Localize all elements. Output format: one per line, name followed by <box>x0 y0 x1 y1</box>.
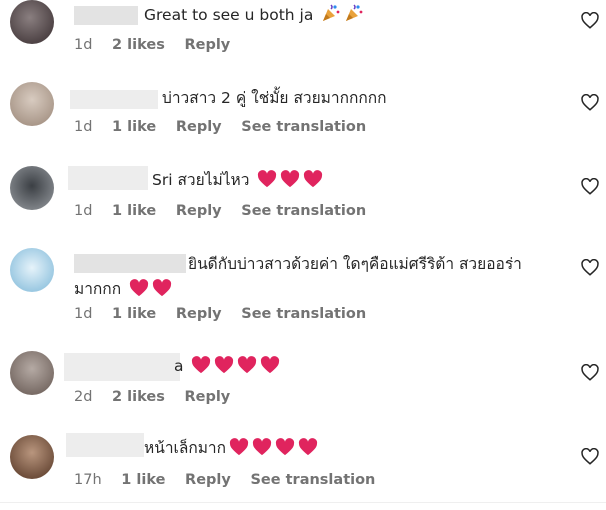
see-translation-link[interactable]: See translation <box>241 203 366 219</box>
reply-button[interactable]: Reply <box>185 472 231 488</box>
likes-count[interactable]: 2 likes <box>112 37 165 53</box>
red-heart-icon <box>129 279 149 305</box>
comment: Sri สวยไม่ไหว 1d 1 like Reply See transl… <box>0 166 606 242</box>
username-redacted <box>64 353 180 381</box>
comment-text-body: Great to see u both ja <box>144 6 314 24</box>
likes-count[interactable]: 1 like <box>112 119 156 135</box>
red-heart-icon <box>229 438 249 464</box>
avatar[interactable] <box>10 0 54 44</box>
comment-text-body: หน้าเล็กมาก <box>144 439 227 457</box>
red-heart-icon <box>152 279 172 305</box>
likes-count[interactable]: 1 like <box>112 306 156 322</box>
likes-count[interactable]: 1 like <box>112 203 156 219</box>
divider <box>0 502 606 503</box>
red-heart-icon <box>275 438 295 464</box>
party-popper-icon <box>321 3 341 31</box>
comment-meta: 2d 2 likes Reply <box>74 389 245 405</box>
avatar[interactable] <box>10 435 54 479</box>
avatar[interactable] <box>10 166 54 210</box>
comment-text: บ่าวสาว 2 คู่ ใช่มั้ย สวยมากกกกก <box>162 86 387 111</box>
reply-button[interactable]: Reply <box>176 119 222 135</box>
comment-time: 1d <box>74 37 93 53</box>
reply-button[interactable]: Reply <box>184 37 230 53</box>
heart-outline-icon[interactable] <box>581 93 599 112</box>
red-heart-icon <box>257 170 277 196</box>
see-translation-link[interactable]: See translation <box>250 472 375 488</box>
comment-meta: 1d 1 like Reply See translation <box>74 203 381 219</box>
reply-button[interactable]: Reply <box>176 203 222 219</box>
see-translation-link[interactable]: See translation <box>241 306 366 322</box>
comment-time: 2d <box>74 389 93 405</box>
comment-meta: 1d 1 like Reply See translation <box>74 119 381 135</box>
avatar[interactable] <box>10 82 54 126</box>
red-heart-icon <box>252 438 272 464</box>
comment-text: Great to see u both ja <box>144 3 364 31</box>
red-heart-icon <box>260 356 280 382</box>
heart-outline-icon[interactable] <box>581 258 599 277</box>
red-heart-icon <box>214 356 234 382</box>
comment-text-body: Sri สวยไม่ไหว <box>152 171 250 189</box>
likes-count[interactable]: 2 likes <box>112 389 165 405</box>
comment: a 2d 2 likes Reply <box>0 350 606 430</box>
username-redacted <box>70 90 158 109</box>
see-translation-link[interactable]: See translation <box>241 119 366 135</box>
red-heart-icon <box>298 438 318 464</box>
red-heart-icon <box>191 356 211 382</box>
comment: บ่าวสาว 2 คู่ ใช่มั้ย สวยมากกกกก 1d 1 li… <box>0 82 606 166</box>
username-redacted <box>66 433 144 457</box>
comment-time: 1d <box>74 119 93 135</box>
red-heart-icon <box>303 170 323 196</box>
comment: Great to see u both ja 1d 2 likes Reply <box>0 0 606 82</box>
comment-text: หน้าเล็กมาก <box>144 436 318 464</box>
username-redacted <box>68 166 148 190</box>
comment-text: Sri สวยไม่ไหว <box>152 168 323 196</box>
username-redacted <box>74 6 138 25</box>
heart-outline-icon[interactable] <box>581 11 599 30</box>
comment-text: a <box>174 354 280 382</box>
avatar[interactable] <box>10 248 54 292</box>
comment-text-body: a <box>174 357 184 375</box>
comment-text-body: บ่าวสาว 2 คู่ ใช่มั้ย สวยมากกกกก <box>162 89 387 107</box>
reply-button[interactable]: Reply <box>176 306 222 322</box>
comment-time: 17h <box>74 472 102 488</box>
comment-meta: 1d 2 likes Reply <box>74 37 245 53</box>
red-heart-icon <box>280 170 300 196</box>
comment-time: 1d <box>74 306 93 322</box>
comment: หน้าเล็กมาก 17h 1 like Reply See transla… <box>0 432 606 502</box>
party-popper-icon <box>344 3 364 31</box>
likes-count[interactable]: 1 like <box>121 472 165 488</box>
reply-button[interactable]: Reply <box>184 389 230 405</box>
avatar[interactable] <box>10 351 54 395</box>
comment-time: 1d <box>74 203 93 219</box>
comment-meta: 1d 1 like Reply See translation <box>74 306 381 322</box>
heart-outline-icon[interactable] <box>581 177 599 196</box>
comment-text: ยินดีกับบ่าวสาวด้วยค่า ใดๆคือแม่ศรีริต้า… <box>74 252 544 305</box>
comment: ยินดีกับบ่าวสาวด้วยค่า ใดๆคือแม่ศรีริต้า… <box>0 248 606 348</box>
comment-meta: 17h 1 like Reply See translation <box>74 472 390 488</box>
heart-outline-icon[interactable] <box>581 363 599 382</box>
red-heart-icon <box>237 356 257 382</box>
heart-outline-icon[interactable] <box>581 447 599 466</box>
